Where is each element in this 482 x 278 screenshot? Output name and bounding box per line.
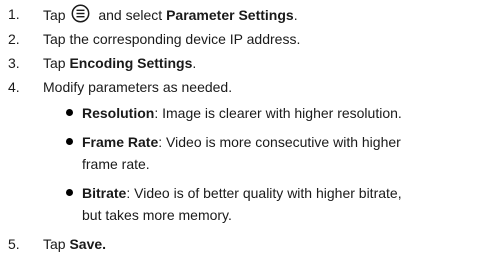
menu-path-parameter-settings: Parameter Settings [166, 7, 294, 23]
step-text-pre: Tap [43, 7, 66, 23]
step-text-pre: Tap [43, 236, 66, 252]
param-desc: : Image is clearer with higher resolutio… [154, 105, 402, 121]
step-number: 5. [8, 236, 20, 252]
param-desc-continued: frame rate. [82, 156, 150, 172]
bullet-dot [66, 109, 73, 116]
step-text: Tap Save. [43, 234, 106, 254]
param-desc-continued: but takes more memory. [82, 207, 232, 223]
bullet-text: Bitrate: Video is of better quality with… [82, 182, 477, 226]
step-text: Modify parameters as needed. [43, 79, 233, 95]
step-text: Tap the corresponding device IP address. [43, 31, 301, 47]
step-number: 3. [8, 55, 20, 71]
step-number: 1. [8, 6, 20, 22]
step-text-end: . [293, 7, 298, 23]
bullet-text: Resolution: Image is clearer with higher… [82, 102, 477, 124]
param-desc: : Video is more consecutive with higher [158, 134, 401, 150]
param-desc: : Video is of better quality with higher… [126, 185, 402, 201]
bullet-text: Frame Rate: Video is more consecutive wi… [82, 131, 477, 175]
step-text: Tap Encoding Settings. [43, 53, 196, 73]
bullet-dot [66, 189, 73, 196]
step-number: 4. [8, 79, 20, 95]
instruction-document: 1. Tap and select Parameter Settings. 2.… [0, 0, 482, 278]
step-number: 2. [8, 31, 20, 47]
step-text: Tap and select Parameter Settings. [43, 4, 298, 28]
step-text-post: and select [98, 7, 163, 23]
param-term: Resolution [82, 105, 155, 121]
menu-path-save: Save. [69, 236, 107, 252]
step-text-pre: Tap [43, 55, 66, 71]
param-term: Bitrate [82, 185, 127, 201]
menu-path-encoding-settings: Encoding Settings [69, 55, 193, 71]
bullet-dot [66, 138, 73, 145]
step-text-end: . [192, 55, 197, 71]
param-term: Frame Rate [82, 134, 159, 150]
menu-icon [71, 4, 90, 28]
